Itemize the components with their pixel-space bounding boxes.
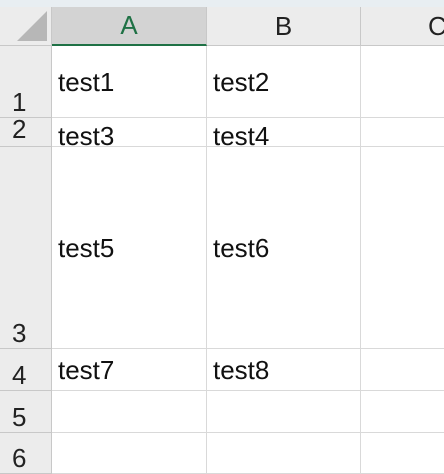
cell-c4[interactable] — [361, 349, 444, 391]
cell-a2[interactable]: test3 — [52, 118, 207, 151]
cell-a3[interactable]: test5 — [52, 147, 207, 349]
row-header-label: 5 — [12, 402, 27, 432]
cell-value: test2 — [213, 66, 270, 97]
row-header-1[interactable]: 1 — [0, 46, 52, 118]
cell-value: test7 — [58, 354, 115, 385]
cell-value: test5 — [58, 232, 115, 263]
column-header-b[interactable]: B — [207, 7, 361, 46]
cell-b2[interactable]: test4 — [207, 118, 361, 151]
cell-value: test8 — [213, 354, 270, 385]
cell-c3[interactable] — [361, 147, 444, 349]
cell-b4[interactable]: test8 — [207, 349, 361, 391]
row-header-4[interactable]: 4 — [0, 349, 52, 391]
cell-c1[interactable] — [361, 46, 444, 118]
row-header-label: 6 — [12, 443, 27, 473]
row-header-6[interactable]: 6 — [0, 433, 52, 474]
cell-a6[interactable] — [52, 433, 207, 474]
cell-a5[interactable] — [52, 391, 207, 433]
cell-b6[interactable] — [207, 433, 361, 474]
column-header-label: B — [274, 10, 293, 41]
cell-c6[interactable] — [361, 433, 444, 474]
row-header-3[interactable]: 3 — [0, 147, 52, 349]
cell-value: test1 — [58, 66, 115, 97]
cell-value: test3 — [58, 121, 115, 151]
row-header-label: 4 — [12, 360, 27, 390]
column-header-a[interactable]: A — [52, 7, 207, 46]
cell-b3[interactable]: test6 — [207, 147, 361, 349]
spreadsheet-grid: A B C 1 test1 test2 2 test3 test4 3 test… — [0, 0, 444, 474]
column-header-label: C — [428, 11, 444, 42]
column-header-c[interactable]: C — [361, 7, 444, 46]
cell-c5[interactable] — [361, 391, 444, 433]
select-all-triangle-icon — [17, 11, 47, 41]
row-header-label: 3 — [12, 318, 27, 348]
cell-value: test6 — [213, 232, 270, 263]
row-header-5[interactable]: 5 — [0, 391, 52, 433]
cell-b1[interactable]: test2 — [207, 46, 361, 118]
ribbon-edge — [0, 0, 444, 7]
row-header-2[interactable]: 2 — [0, 114, 52, 147]
cell-a1[interactable]: test1 — [52, 46, 207, 118]
cell-value: test4 — [213, 121, 270, 151]
column-header-label: A — [120, 10, 138, 40]
cell-a4[interactable]: test7 — [52, 349, 207, 391]
cell-c2[interactable] — [361, 118, 444, 147]
select-all-corner[interactable] — [0, 7, 52, 46]
row-header-label: 1 — [12, 87, 27, 117]
cell-b5[interactable] — [207, 391, 361, 433]
row-header-label: 2 — [12, 114, 27, 144]
